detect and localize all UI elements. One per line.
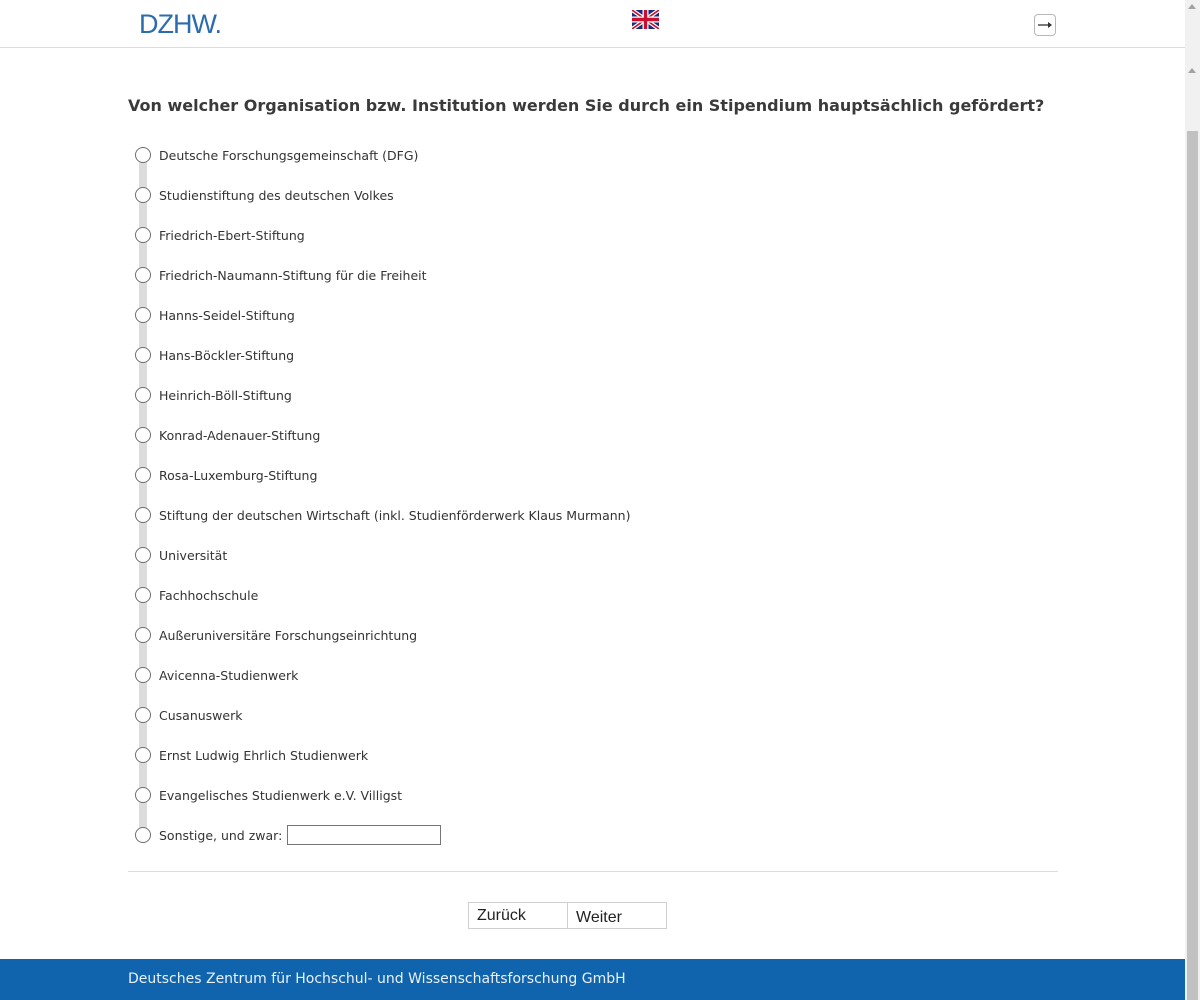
option-cusanuswerk[interactable]: Cusanuswerk [135,705,242,725]
footer-text: Deutsches Zentrum für Hochschul- und Wis… [128,971,626,987]
radio-button[interactable] [135,627,151,643]
radio-button[interactable] [135,827,151,843]
option-label: Stiftung der deutschen Wirtschaft (inkl.… [159,507,631,523]
scroll-up-arrow-icon[interactable] [1188,4,1196,9]
radio-button[interactable] [135,707,151,723]
option-evangelisches-studienwerk[interactable]: Evangelisches Studienwerk e.V. Villigst [135,785,402,805]
scroll-up-arrow-icon[interactable] [1188,68,1196,73]
radio-button[interactable] [135,307,151,323]
option-label: Friedrich-Naumann-Stiftung für die Freih… [159,267,427,283]
option-friedrich-naumann[interactable]: Friedrich-Naumann-Stiftung für die Freih… [135,265,427,285]
option-label: Hans-Böckler-Stiftung [159,347,295,363]
radio-button[interactable] [135,747,151,763]
option-konrad-adenauer[interactable]: Konrad-Adenauer-Stiftung [135,425,320,445]
option-label: Rosa-Luxemburg-Stiftung [159,467,318,483]
vertical-scrollbar[interactable] [1185,0,1200,1000]
option-stiftung-deutsche-wirtschaft[interactable]: Stiftung der deutschen Wirtschaft (inkl.… [135,505,630,525]
option-label: Friedrich-Ebert-Stiftung [159,227,305,243]
option-label: Cusanuswerk [159,707,243,723]
radio-button[interactable] [135,587,151,603]
option-universitaet[interactable]: Universität [135,545,227,565]
option-label: Hanns-Seidel-Stiftung [159,307,295,323]
option-label: Heinrich-Böll-Stiftung [159,387,292,403]
option-label: Sonstige, und zwar: [159,827,283,843]
scrollbar-thumb[interactable] [1187,131,1198,1000]
option-ausseruniversitaer[interactable]: Außeruniversitäre Forschungseinrichtung [135,625,417,645]
exit-arrow-icon [1038,22,1052,28]
radio-button[interactable] [135,667,151,683]
option-friedrich-ebert[interactable]: Friedrich-Ebert-Stiftung [135,225,305,245]
radio-button[interactable] [135,547,151,563]
dzhw-logo: DZHW. [139,9,222,39]
question-text: Von welcher Organisation bzw. Institutio… [128,96,1045,115]
option-ernst-ludwig-ehrlich[interactable]: Ernst Ludwig Ehrlich Studienwerk [135,745,368,765]
navigation-buttons: Zurück Weiter [468,902,667,929]
page-footer: Deutsches Zentrum für Hochschul- und Wis… [0,959,1185,1000]
radio-button[interactable] [135,187,151,203]
radio-button[interactable] [135,227,151,243]
radio-button[interactable] [135,507,151,523]
radio-button[interactable] [135,267,151,283]
option-label: Deutsche Forschungsgemeinschaft (DFG) [159,147,419,163]
radio-button[interactable] [135,787,151,803]
options-group-bar [139,156,147,838]
option-hans-boeckler[interactable]: Hans-Böckler-Stiftung [135,345,294,365]
option-label: Konrad-Adenauer-Stiftung [159,427,321,443]
option-label: Fachhochschule [159,587,259,603]
exit-button[interactable] [1034,14,1056,36]
option-dfg[interactable]: Deutsche Forschungsgemeinschaft (DFG) [135,145,418,165]
option-rosa-luxemburg[interactable]: Rosa-Luxemburg-Stiftung [135,465,317,485]
radio-button[interactable] [135,467,151,483]
radio-button[interactable] [135,347,151,363]
option-avicenna[interactable]: Avicenna-Studienwerk [135,665,298,685]
option-label: Studienstiftung des deutschen Volkes [159,187,394,203]
uk-flag-icon[interactable] [630,8,661,31]
option-label: Ernst Ludwig Ehrlich Studienwerk [159,747,369,763]
option-fachhochschule[interactable]: Fachhochschule [135,585,258,605]
option-heinrich-boell[interactable]: Heinrich-Böll-Stiftung [135,385,292,405]
option-hanns-seidel[interactable]: Hanns-Seidel-Stiftung [135,305,295,325]
back-button[interactable]: Zurück [468,902,568,929]
option-label: Universität [159,547,228,563]
next-button[interactable]: Weiter [567,902,667,929]
option-sonstige[interactable]: Sonstige, und zwar: [135,825,442,845]
divider [128,871,1058,872]
option-label: Außeruniversitäre Forschungseinrichtung [159,627,418,643]
radio-button[interactable] [135,427,151,443]
radio-button[interactable] [135,147,151,163]
option-studienstiftung[interactable]: Studienstiftung des deutschen Volkes [135,185,394,205]
option-label: Evangelisches Studienwerk e.V. Villigst [159,787,403,803]
other-text-input[interactable] [287,825,442,845]
page-header: DZHW. [0,0,1185,48]
radio-button[interactable] [135,387,151,403]
option-label: Avicenna-Studienwerk [159,667,299,683]
